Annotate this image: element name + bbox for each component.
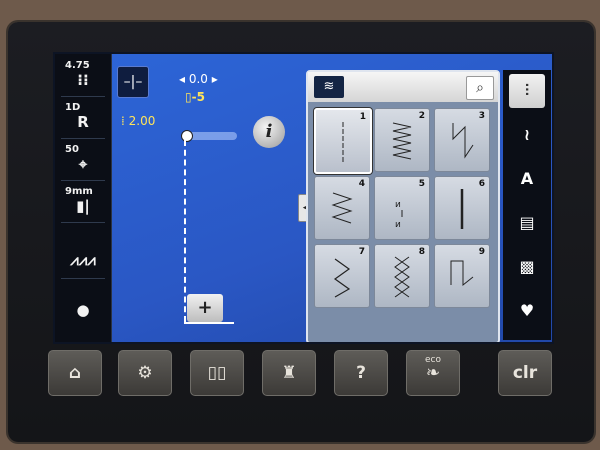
bobbin-button[interactable]: ● [61,292,105,328]
stitch-number: 2 [418,111,425,121]
presser-foot-button[interactable]: 1D R [61,102,105,139]
needle-value: 9mm [65,186,93,197]
presser-foot-value: 1D [65,102,81,113]
needle-icon: ▮| [76,197,90,215]
stitch-cell-9[interactable]: 9 [434,244,490,308]
needle-stop-icon: –|– [123,74,143,90]
stitch-number: 4 [358,179,365,189]
book-icon: ▯▯ [207,363,227,383]
settings-button[interactable]: ⚙ [118,350,172,396]
leaf-icon: ❧ [425,363,441,383]
eco-label: eco [425,355,441,365]
tension-button[interactable]: 50 ⌖ [61,144,105,181]
stitch-length-button[interactable]: 4.75 ⁝⁝ [61,60,105,97]
buttonholes-icon[interactable]: ▤ [509,206,545,240]
mannequin-icon: ♜ [281,363,297,383]
seam-preview-line [184,140,186,322]
stitch-cell-2[interactable]: 2 [374,108,430,172]
stitch-width-readout: ⁞ 2.00 [121,114,155,128]
needle-button[interactable]: 9mm ▮| [61,186,105,223]
stitch-length-value: 4.75 [65,60,90,71]
stitch-number: 9 [478,247,485,257]
stitch-selection-panel: ≋ ⌕ 1 2 3 4 ии 5 6 7 8 9 [306,70,500,342]
feed-dog-icon: ⩘⩘⩘ [70,251,96,269]
search-icon[interactable]: ⌕ [466,76,494,100]
favorites-icon[interactable]: ♥ [509,294,545,328]
gear-icon: ⚙ [137,363,153,383]
clear-button[interactable]: clr [498,350,552,396]
width-dots-icon: ⁞ [121,114,129,128]
stitch-cell-5[interactable]: ии 5 [374,176,430,240]
bobbin-icon: ● [76,301,90,319]
length-marker: ▯-5 [185,90,205,104]
stitch-length-icon: ⁝⁝ [77,71,89,89]
needle-position-button[interactable]: –|– [117,66,149,98]
stitch-category-column: ⫶ ≀ A ▤ ▩ ♥ [503,70,551,340]
clear-label: clr [512,363,538,383]
stitch-cell-4[interactable]: 4 [314,176,370,240]
practical-stitches-icon[interactable]: ⫶ [509,74,545,108]
needle-position-control[interactable]: ◂ 0.0 ▸ [179,72,218,86]
stitch-cell-7[interactable]: 7 [314,244,370,308]
plus-button[interactable]: + [187,294,223,322]
stitch-number: 3 [478,111,485,121]
tension-icon: ⌖ [78,155,88,173]
stitch-cell-8[interactable]: 8 [374,244,430,308]
stitch-cell-6[interactable]: 6 [434,176,490,240]
tension-value: 50 [65,144,79,155]
presser-foot-icon: R [77,113,89,131]
left-status-column: 4.75 ⁝⁝ 1D R 50 ⌖ 9mm ▮| ⩘⩘⩘ ● [55,54,112,342]
stitch-number: 1 [359,112,366,122]
svg-text:и: и [395,220,401,230]
stitch-category-icon[interactable]: ≋ [314,76,344,98]
eco-button[interactable]: eco ❧ [406,350,460,396]
feed-dog-button[interactable]: ⩘⩘⩘ [61,242,105,279]
stitch-number: 5 [418,179,425,189]
help-icon: ? [356,363,366,383]
alphabets-icon[interactable]: A [509,162,545,196]
mannequin-button[interactable]: ♜ [262,350,316,396]
guide-button[interactable]: ▯▯ [190,350,244,396]
home-icon: ⌂ [68,363,82,383]
width-slider-handle[interactable] [181,130,193,142]
quilt-stitches-icon[interactable]: ▩ [509,250,545,284]
svg-text:и: и [395,200,401,210]
decorative-stitches-icon[interactable]: ≀ [509,118,545,152]
stitch-cell-3[interactable]: 3 [434,108,490,172]
stitch-number: 6 [478,179,485,189]
stitch-panel-header: ≋ ⌕ [308,72,498,102]
home-button[interactable]: ⌂ [48,350,102,396]
stitch-number: 8 [418,247,425,257]
touch-screen: 4.75 ⁝⁝ 1D R 50 ⌖ 9mm ▮| ⩘⩘⩘ ● –|– ◂ 0.0… [53,52,554,344]
help-button[interactable]: ? [334,350,388,396]
stitch-cell-1[interactable]: 1 [314,108,372,174]
stitch-number: 7 [358,247,365,257]
seam-preview-base [184,322,234,324]
info-button[interactable]: i [253,116,285,148]
stitch-width-value: 2.00 [128,114,156,128]
